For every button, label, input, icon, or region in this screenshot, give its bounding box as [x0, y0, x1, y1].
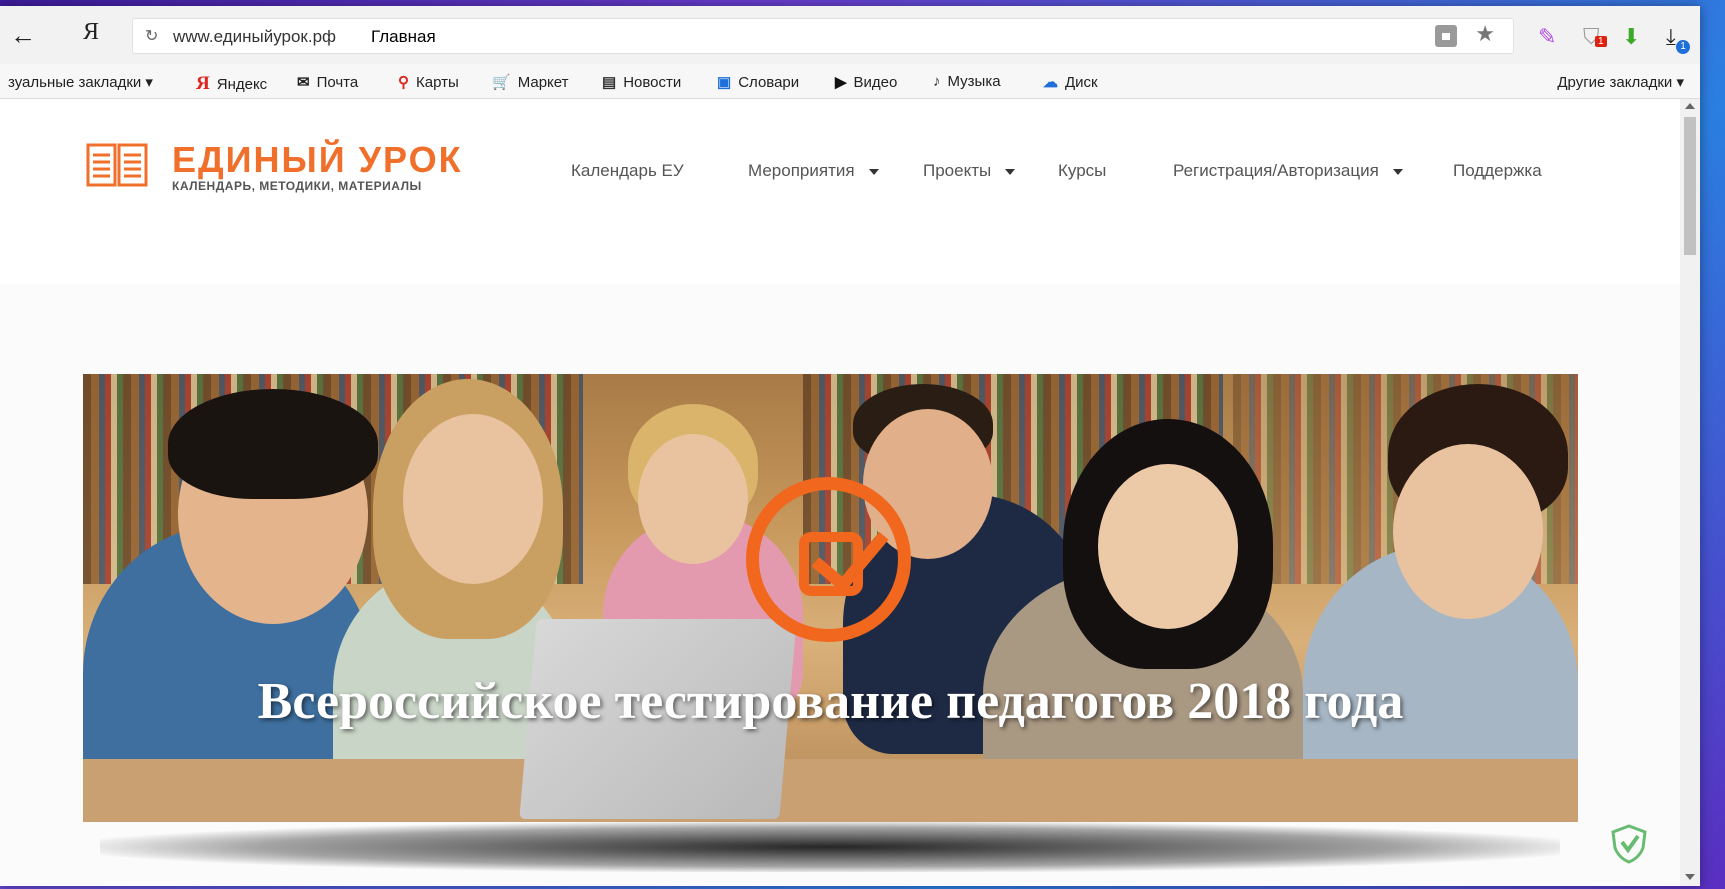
student-head [403, 414, 543, 584]
bookmark-label: Яндекс [216, 76, 268, 93]
adguard-shield-icon[interactable] [1611, 824, 1647, 864]
nav-calendar[interactable]: Календарь ЕУ [571, 161, 684, 181]
caret-down-icon [1392, 168, 1403, 175]
nav-label: Календарь ЕУ [571, 161, 684, 180]
bookmark-mail[interactable]: ✉ Почта [297, 73, 358, 91]
back-arrow-icon[interactable]: ← [10, 20, 36, 51]
pen-extension-icon[interactable]: ✎ [1538, 24, 1556, 50]
nav-registration[interactable]: Регистрация/Авторизация [1173, 161, 1403, 181]
bookmark-label: Маркет [517, 74, 569, 91]
yandex-icon: Я [196, 73, 210, 94]
bookmark-label: Диск [1065, 74, 1098, 91]
hero-banner[interactable]: Всероссийское тестирование педагогов 201… [83, 374, 1578, 822]
nav-projects[interactable]: Проекты [923, 161, 1016, 181]
bookmark-dictionaries[interactable]: ▣ Словари [717, 73, 799, 91]
page-scrollbar[interactable] [1680, 99, 1700, 886]
downloads-badge: 1 [1676, 40, 1690, 54]
site-logo-subtitle: КАЛЕНДАРЬ, МЕТОДИКИ, МАТЕРИАЛЫ [172, 179, 422, 193]
nav-courses[interactable]: Курсы [1058, 161, 1106, 181]
nav-label: Курсы [1058, 161, 1107, 180]
bookmark-label: Словари [738, 74, 800, 91]
nav-events[interactable]: Мероприятия [748, 161, 879, 181]
nav-label: Регистрация/Авторизация [1173, 161, 1379, 180]
bookmark-news[interactable]: ▤ Новости [602, 73, 681, 91]
music-icon: ♪ [933, 73, 941, 90]
scroll-down-icon[interactable] [1685, 874, 1695, 880]
shield-extension-icon[interactable]: ⛉ 1 [1583, 24, 1607, 50]
nav-support[interactable]: Поддержка [1453, 161, 1542, 181]
bookmark-label: Видео [853, 74, 898, 91]
bookmark-yandex[interactable]: Я Яндекс [196, 73, 267, 95]
bookmark-label: зуальные закладки ▾ [8, 74, 153, 91]
bookmark-label: Почта [316, 74, 359, 91]
video-icon: ▶ [835, 74, 847, 91]
bookmark-label: Музыка [947, 73, 1001, 90]
bookmark-visual-bookmarks[interactable]: зуальные закладки ▾ [8, 73, 153, 91]
table-surface [83, 759, 1578, 822]
bookmark-video[interactable]: ▶ Видео [835, 73, 897, 91]
caret-down-icon [1005, 168, 1016, 175]
page-title: Главная [371, 27, 436, 46]
student-hair [168, 389, 378, 499]
bookmarks-bar: зуальные закладки ▾ Я Яндекс ✉ Почта ⚲ Карт… [0, 64, 1700, 99]
disk-icon: ☁ [1043, 74, 1058, 91]
reload-icon[interactable]: ↻ [145, 26, 158, 46]
bookmark-music[interactable]: ♪ Музыка [933, 73, 1001, 90]
checkbox-logo-icon [746, 477, 911, 642]
other-bookmarks[interactable]: Другие закладки ▾ [1557, 73, 1684, 91]
student-head [638, 434, 748, 564]
dictionary-icon: ▣ [717, 74, 732, 91]
hero-title: Всероссийское тестирование педагогов 201… [257, 673, 1404, 730]
site-logo-title[interactable]: ЕДИНЫЙ УРОК [172, 139, 463, 181]
bookmark-label: Карты [416, 74, 459, 91]
nav-label: Мероприятия [748, 161, 855, 180]
site-header: ЕДИНЫЙ УРОК КАЛЕНДАРЬ, МЕТОДИКИ, МАТЕРИА… [0, 99, 1680, 284]
caret-down-icon [868, 168, 879, 175]
download-extension-icon[interactable]: ⬇ [1622, 24, 1640, 50]
mail-icon: ✉ [297, 74, 310, 91]
scroll-thumb[interactable] [1684, 117, 1696, 255]
nav-label: Проекты [923, 161, 992, 180]
scroll-up-icon[interactable] [1685, 103, 1695, 109]
cart-icon: 🛒 [492, 74, 511, 91]
bookmark-star-icon[interactable]: ★ [1475, 21, 1495, 47]
url-text[interactable]: www.единыйурок.рф [173, 27, 336, 47]
banner-shadow [100, 822, 1560, 872]
yandex-home-button[interactable]: Я [83, 19, 99, 46]
browser-toolbar: ← Я ↻ www.единыйурок.рф Главная ★ ✎ ⛉ 1 ⬇… [0, 6, 1700, 65]
book-logo-icon[interactable] [86, 143, 148, 187]
nav-label: Поддержка [1453, 161, 1542, 180]
student-head [1098, 464, 1238, 629]
address-bar[interactable]: ↻ www.единыйурок.рф Главная ★ [132, 18, 1514, 54]
reader-mode-icon[interactable] [1435, 25, 1457, 47]
bookmark-disk[interactable]: ☁ Диск [1043, 73, 1098, 91]
bookmark-maps[interactable]: ⚲ Карты [398, 73, 459, 91]
browser-window: ← Я ↻ www.единыйурок.рф Главная ★ ✎ ⛉ 1 ⬇… [0, 6, 1700, 886]
map-pin-icon: ⚲ [398, 74, 409, 91]
bookmark-label: Новости [623, 74, 682, 91]
news-icon: ▤ [602, 74, 617, 91]
student-head [1393, 444, 1543, 619]
web-page: ЕДИНЫЙ УРОК КАЛЕНДАРЬ, МЕТОДИКИ, МАТЕРИА… [0, 99, 1680, 886]
shield-badge: 1 [1595, 36, 1607, 47]
bookmark-market[interactable]: 🛒 Маркет [492, 73, 568, 91]
downloads-icon[interactable]: ⤓ 1 [1666, 24, 1690, 54]
